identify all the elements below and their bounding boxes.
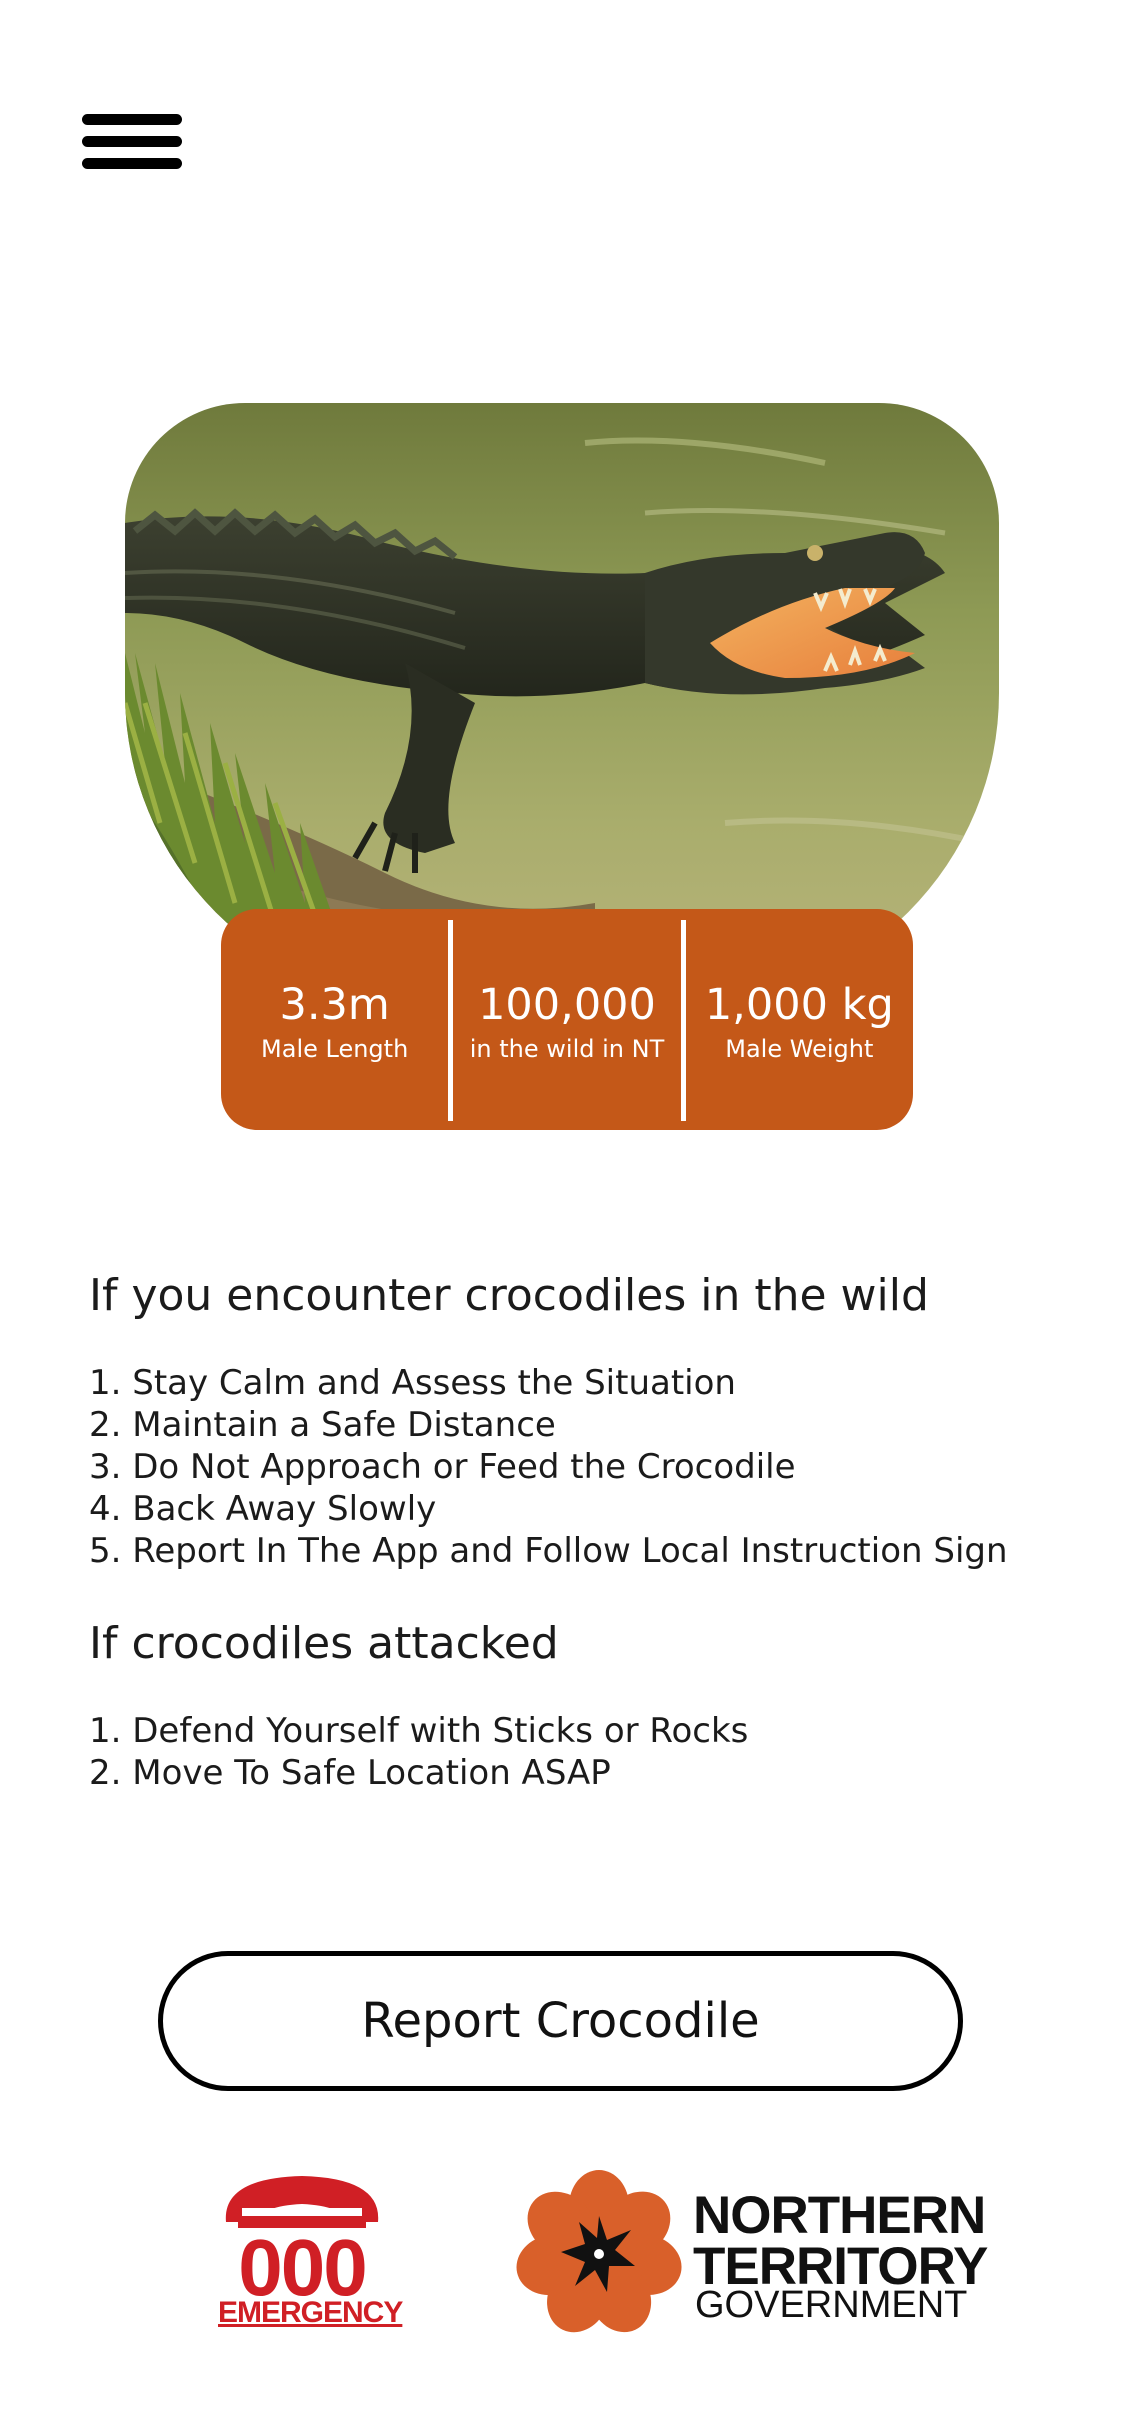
stat-label: Male Weight [725,1035,874,1063]
list-item: 4. Back Away Slowly [89,1489,437,1529]
list-item: 2. Move To Safe Location ASAP [89,1753,611,1793]
nt-government-logo: NORTHERN TERRITORY GOVERNMENT [515,2168,988,2340]
emergency-word: EMERGENCY [218,2296,403,2329]
stat-population: 100,000 in the wild in NT [453,909,680,1130]
stat-label: Male Length [261,1035,409,1063]
menu-bar [82,136,182,147]
menu-bar [82,158,182,169]
list-item: 1. Defend Yourself with Sticks or Rocks [89,1711,749,1751]
nt-logo-line1: NORTHERN [693,2186,986,2245]
crocodile-stats-card: 3.3m Male Length 100,000 in the wild in … [221,909,913,1130]
stat-label: in the wild in NT [469,1035,665,1063]
hamburger-menu-icon[interactable] [82,112,182,174]
emergency-000-logo[interactable]: 000 EMERGENCY [218,2170,403,2335]
menu-bar [82,114,182,125]
list-item: 2. Maintain a Safe Distance [89,1405,556,1445]
stat-value: 1,000 kg [704,980,894,1030]
stat-value: 3.3m [279,980,390,1030]
list-item: 1. Stay Calm and Assess the Situation [89,1363,736,1403]
encounter-list: 1. Stay Calm and Assess the Situation 2.… [89,1362,1008,1572]
encounter-heading: If you encounter crocodiles in the wild [89,1270,929,1321]
nt-logo-line3: GOVERNMENT [695,2284,968,2326]
stat-male-length: 3.3m Male Length [221,909,448,1130]
attack-list: 1. Defend Yourself with Sticks or Rocks … [89,1710,748,1794]
list-item: 5. Report In The App and Follow Local In… [89,1531,1008,1571]
stat-male-weight: 1,000 kg Male Weight [686,909,913,1130]
list-item: 3. Do Not Approach or Feed the Crocodile [89,1447,796,1487]
report-button-label: Report Crocodile [361,1993,760,2049]
nt-flower-emblem-icon [516,2170,682,2333]
stat-value: 100,000 [478,980,656,1030]
report-crocodile-button[interactable]: Report Crocodile [158,1951,963,2091]
attack-heading: If crocodiles attacked [89,1618,559,1669]
